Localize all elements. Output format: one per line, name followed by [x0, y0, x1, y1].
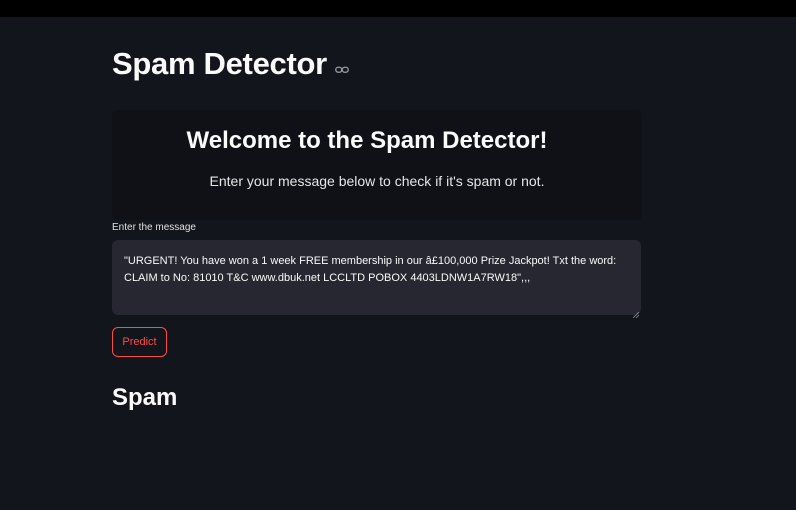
welcome-subtitle: Enter your message below to check if it'… [209, 173, 545, 189]
welcome-heading: Welcome to the Spam Detector! [186, 127, 548, 154]
message-textarea[interactable]: "URGENT! You have won a 1 week FREE memb… [112, 240, 641, 319]
top-bar [0, 0, 796, 17]
predict-button[interactable]: Predict [112, 327, 167, 357]
message-text: "URGENT! You have won a 1 week FREE memb… [124, 255, 617, 284]
page-title: Spam Detector [112, 46, 327, 81]
link-icon[interactable] [334, 62, 349, 73]
title-row: Spam Detector [112, 46, 349, 82]
prediction-result: Spam [112, 384, 178, 411]
resize-handle-icon[interactable] [632, 307, 640, 319]
message-label: Enter the message [112, 222, 196, 233]
welcome-banner: Welcome to the Spam Detector! Enter your… [112, 110, 642, 220]
